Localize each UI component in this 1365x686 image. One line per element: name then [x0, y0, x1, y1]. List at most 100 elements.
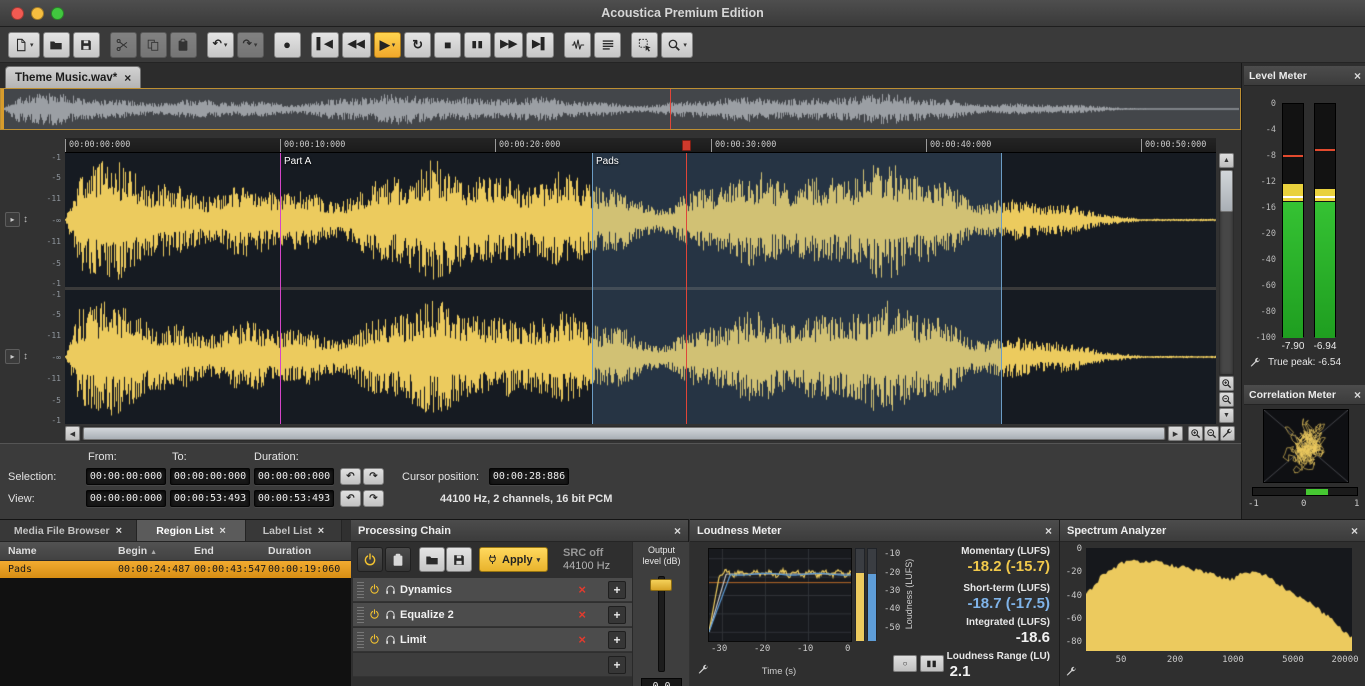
waveform-channel-1[interactable] — [65, 153, 1216, 287]
minimize-window-button[interactable] — [31, 7, 44, 20]
scroll-up-button[interactable]: ▲ — [1219, 153, 1234, 168]
headphones-icon[interactable] — [385, 609, 396, 620]
selection-duration-field[interactable]: 00:00:00:000 — [254, 468, 334, 485]
wrench-icon[interactable] — [1066, 666, 1077, 677]
region-list-empty-area[interactable] — [0, 578, 351, 686]
zoom-settings-button[interactable] — [1220, 426, 1235, 441]
load-chain-button[interactable] — [419, 547, 445, 572]
new-file-button[interactable]: ▾ — [8, 32, 40, 58]
zoom-out-vertical-button[interactable] — [1219, 392, 1234, 407]
add-plugin-button[interactable]: + — [608, 581, 626, 599]
close-panel-icon[interactable]: × — [1354, 388, 1361, 402]
close-tab-icon[interactable]: × — [219, 525, 225, 537]
go-to-end-button[interactable]: ▶▌ — [526, 32, 554, 58]
tab-region-list[interactable]: Region List× — [137, 520, 246, 542]
apply-chain-button[interactable]: Apply ▾ — [479, 547, 548, 572]
stop-button[interactable]: ■ — [434, 32, 461, 58]
zoom-in-button[interactable] — [1188, 426, 1203, 441]
remove-plugin-icon[interactable]: × — [578, 582, 586, 597]
close-panel-icon[interactable]: × — [1354, 69, 1361, 83]
undo-button[interactable]: ↶▾ — [207, 32, 234, 58]
zoom-in-vertical-button[interactable] — [1219, 376, 1234, 391]
spectrum-analyzer-header[interactable]: Spectrum Analyzer × — [1060, 520, 1365, 542]
channel-resize-handle[interactable]: ↕ — [23, 351, 28, 362]
correlation-meter-header[interactable]: Correlation Meter × — [1244, 385, 1365, 405]
channel-1-canvas[interactable] — [65, 153, 1216, 287]
multitrack-view-button[interactable] — [594, 32, 621, 58]
wa veform-channel-2[interactable] — [65, 290, 1216, 424]
tab-label-list[interactable]: Label List× — [246, 520, 342, 542]
power-icon[interactable] — [369, 634, 380, 645]
zoom-window-button[interactable] — [51, 7, 64, 20]
tab-theme-music[interactable]: Theme Music.wav* × — [5, 66, 141, 88]
selection-redo-button[interactable]: ↷ — [363, 468, 384, 485]
chain-item-limit[interactable]: Limit × + — [353, 628, 632, 652]
processing-chain-header[interactable]: Processing Chain × — [351, 520, 688, 542]
zoom-out-button[interactable] — [1204, 426, 1219, 441]
output-fader-handle[interactable] — [650, 579, 672, 591]
timeline-ruler[interactable]: 00:00:00:000 00:00:10:000 00:00:20:000 0… — [65, 138, 1216, 153]
add-plugin-button[interactable]: + — [608, 631, 626, 649]
close-panel-icon[interactable]: × — [674, 524, 681, 538]
close-window-button[interactable] — [11, 7, 24, 20]
remove-plugin-icon[interactable]: × — [578, 632, 586, 647]
chain-item-dynamics[interactable]: Dynamics × + — [353, 578, 632, 602]
wrench-icon[interactable] — [1250, 357, 1261, 368]
channel-options-button[interactable]: ▸ — [5, 212, 20, 227]
remove-plugin-icon[interactable]: × — [578, 607, 586, 622]
go-to-start-button[interactable]: ▌◀ — [311, 32, 339, 58]
selection-tool-button[interactable] — [631, 32, 658, 58]
drag-handle[interactable] — [357, 582, 364, 598]
chain-item-equalize[interactable]: Equalize 2 × + — [353, 603, 632, 627]
waveform-view-button[interactable] — [564, 32, 591, 58]
wrench-icon[interactable] — [698, 664, 709, 675]
copy-button[interactable] — [140, 32, 167, 58]
play-button[interactable]: ▶▾ — [374, 32, 402, 58]
view-redo-button[interactable]: ↷ — [363, 490, 384, 507]
loop-playback-button[interactable]: ↻ — [404, 32, 431, 58]
cursor-handle[interactable] — [682, 140, 691, 151]
view-undo-button[interactable]: ↶ — [340, 490, 361, 507]
column-duration[interactable]: Duration — [268, 545, 351, 557]
hscroll-thumb[interactable] — [83, 427, 1165, 440]
loudness-meter-header[interactable]: Loudness Meter × — [690, 520, 1059, 542]
scroll-left-button[interactable]: ◀ — [65, 426, 80, 441]
power-icon[interactable] — [369, 584, 380, 595]
view-duration-field[interactable]: 00:00:53:493 — [254, 490, 334, 507]
column-end[interactable]: End — [194, 545, 268, 557]
save-chain-button[interactable] — [446, 547, 472, 572]
redo-button[interactable]: ↷▾ — [237, 32, 264, 58]
add-plugin-button[interactable]: + — [608, 606, 626, 624]
add-plugin-button[interactable]: + — [608, 656, 626, 674]
cursor-position-field[interactable]: 00:00:28:886 — [489, 468, 569, 485]
vscroll-thumb[interactable] — [1220, 170, 1233, 212]
channel-options-button[interactable]: ▸ — [5, 349, 20, 364]
level-meter-header[interactable]: Level Meter × — [1244, 66, 1365, 86]
scroll-right-button[interactable]: ▶ — [1168, 426, 1183, 441]
channel-2-tools[interactable]: ▸ ↕ — [5, 349, 28, 364]
forward-button[interactable]: ▶▶ — [494, 32, 523, 58]
pause-button[interactable]: ▮▮ — [464, 32, 491, 58]
power-icon[interactable] — [369, 609, 380, 620]
column-name[interactable]: Name — [8, 545, 118, 557]
drag-handle[interactable] — [357, 607, 364, 623]
file-overview[interactable] — [0, 88, 1241, 130]
view-to-field[interactable]: 00:00:53:493 — [170, 490, 250, 507]
region-list-column-headers[interactable]: Name Begin ▲ End Duration — [0, 542, 351, 561]
output-level-value[interactable]: 0.0 — [641, 678, 682, 686]
paste-button[interactable] — [170, 32, 197, 58]
view-from-field[interactable]: 00:00:00:000 — [86, 490, 166, 507]
close-panel-icon[interactable]: × — [1045, 524, 1052, 538]
selection-undo-button[interactable]: ↶ — [340, 468, 361, 485]
channel-2-canvas[interactable] — [65, 290, 1216, 424]
cut-button[interactable] — [110, 32, 137, 58]
column-begin[interactable]: Begin ▲ — [118, 545, 194, 557]
save-button[interactable] — [73, 32, 100, 58]
drag-handle[interactable] — [357, 632, 364, 648]
close-tab-icon[interactable]: × — [124, 71, 131, 85]
channel-resize-handle[interactable]: ↕ — [23, 214, 28, 225]
rewind-button[interactable]: ◀◀ — [342, 32, 371, 58]
chain-power-button[interactable] — [357, 547, 383, 572]
region-row-pads[interactable]: Pads 00:00:24:487 00:00:43:547 00:00:19:… — [0, 561, 351, 578]
channel-1-tools[interactable]: ▸ ↕ — [5, 212, 28, 227]
